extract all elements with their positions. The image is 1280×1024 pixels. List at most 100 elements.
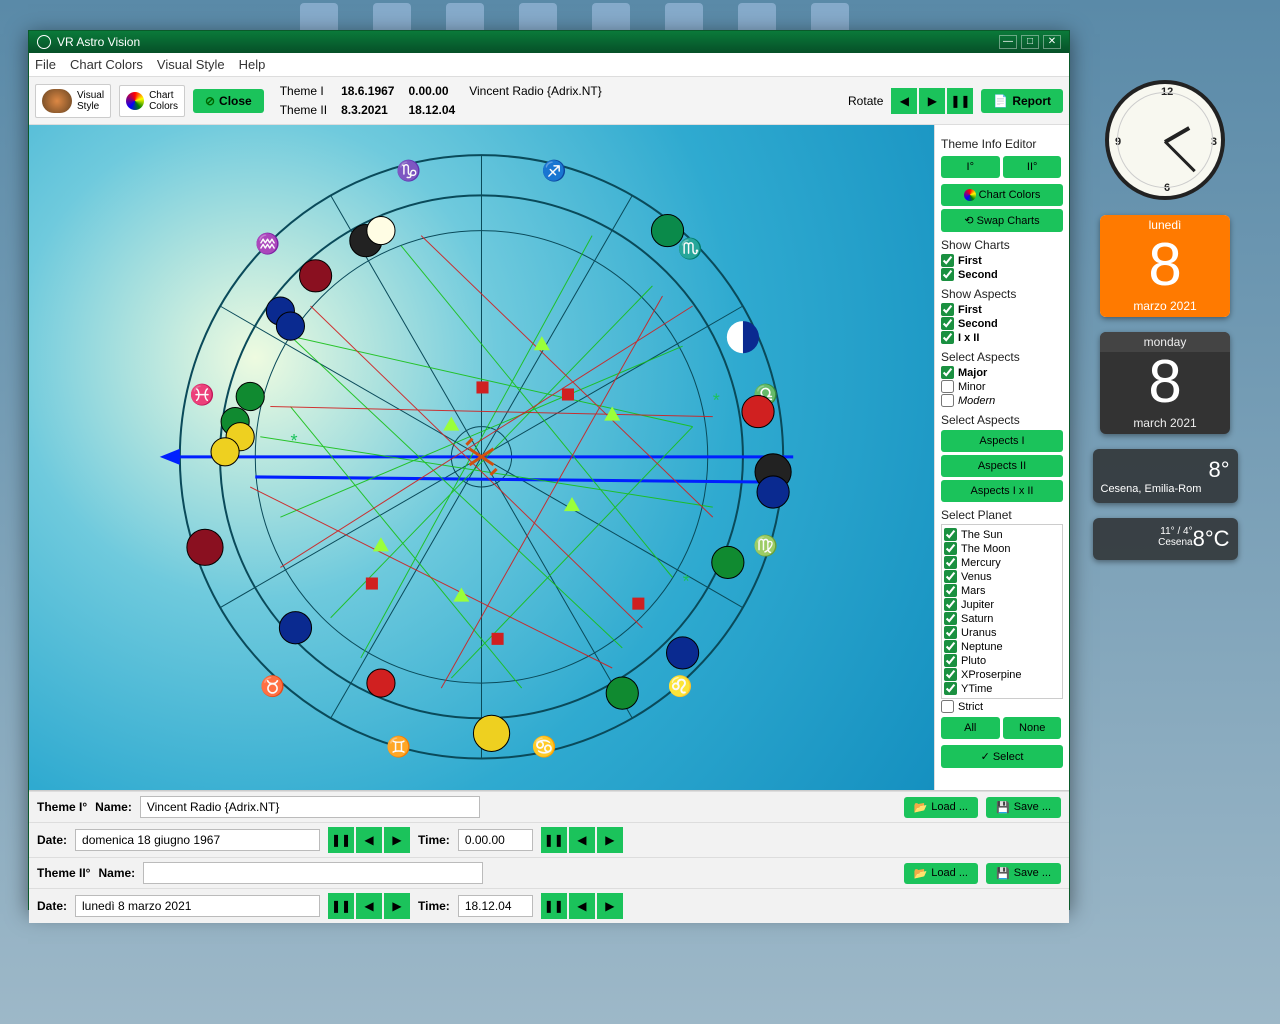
menu-visual-style[interactable]: Visual Style xyxy=(157,57,225,72)
select-aspects-heading: Select Aspects xyxy=(941,350,1063,364)
toolbar: VisualStyle ChartColors ⊘Close Theme I18… xyxy=(29,77,1069,125)
menubar: File Chart Colors Visual Style Help xyxy=(29,53,1069,77)
planet-item[interactable]: YTime xyxy=(944,682,1060,695)
chart-colors-button[interactable]: ChartColors xyxy=(119,85,185,117)
minor-checkbox[interactable]: Minor xyxy=(941,380,1063,393)
date-i-back[interactable]: ◀ xyxy=(356,827,382,853)
select-button[interactable]: ✓ Select xyxy=(941,745,1063,768)
time-i-back[interactable]: ◀ xyxy=(569,827,595,853)
aspects-ii-button[interactable]: Aspects II xyxy=(941,455,1063,477)
time-i-fwd[interactable]: ▶ xyxy=(597,827,623,853)
theme-ii-button[interactable]: II° xyxy=(1003,156,1062,178)
strict-checkbox[interactable]: Strict xyxy=(941,700,1063,713)
titlebar[interactable]: VR Astro Vision — □ ✕ xyxy=(29,31,1069,53)
calendar-widget-en: monday 8 march 2021 xyxy=(1100,332,1230,434)
time-ii-fwd[interactable]: ▶ xyxy=(597,893,623,919)
chart-canvas[interactable]: *** ♑ ♐ ♏ ♎ ♍ ♌ ♋ ♊ ♉ ♈ ♓ ♒ xyxy=(29,125,934,790)
planet-item[interactable]: Saturn xyxy=(944,612,1060,625)
swap-charts-button[interactable]: ⟲ Swap Charts xyxy=(941,209,1063,232)
menu-help[interactable]: Help xyxy=(239,57,266,72)
rotate-fwd-button[interactable]: ▶ xyxy=(919,88,945,114)
rotate-back-button[interactable]: ◀ xyxy=(891,88,917,114)
show-second-checkbox[interactable]: Second xyxy=(941,268,1063,281)
weather-widget-2: 8°C 11° / 4° Cesena xyxy=(1093,518,1238,560)
color-wheel-icon xyxy=(126,92,144,110)
theme-ii-date-input[interactable] xyxy=(75,895,320,917)
svg-text:*: * xyxy=(290,431,297,451)
all-button[interactable]: All xyxy=(941,717,1000,739)
theme-ii-load-button[interactable]: 📂 Load ... xyxy=(904,863,978,884)
close-button[interactable]: ⊘Close xyxy=(193,89,264,113)
theme-i-time-input[interactable] xyxy=(458,829,533,851)
select-planet-heading: Select Planet xyxy=(941,508,1063,522)
clock-widget: 12 3 6 9 xyxy=(1105,80,1225,200)
report-button[interactable]: 📄 Report xyxy=(981,89,1063,113)
date-ii-back[interactable]: ◀ xyxy=(356,893,382,919)
svg-text:♑: ♑ xyxy=(396,158,421,182)
svg-text:♍: ♍ xyxy=(753,533,778,557)
rotate-controls: ◀ ▶ ❚❚ xyxy=(891,88,973,114)
maximize-button[interactable]: □ xyxy=(1021,35,1039,49)
theme-info: Theme I18.6.19670.00.00Vincent Radio {Ad… xyxy=(272,81,610,121)
date-ii-pause[interactable]: ❚❚ xyxy=(328,893,354,919)
theme-ii-time-input[interactable] xyxy=(458,895,533,917)
svg-text:♏: ♏ xyxy=(678,237,703,261)
svg-text:♐: ♐ xyxy=(542,158,567,182)
planet-item[interactable]: Jupiter xyxy=(944,598,1060,611)
select-aspects2-heading: Select Aspects xyxy=(941,413,1063,427)
date-i-pause[interactable]: ❚❚ xyxy=(328,827,354,853)
planet-item[interactable]: The Sun xyxy=(944,528,1060,541)
calendar-widget-it: lunedì 8 marzo 2021 xyxy=(1100,215,1230,317)
rotate-label: Rotate xyxy=(848,94,883,108)
menu-chart-colors[interactable]: Chart Colors xyxy=(70,57,143,72)
show-aspects-heading: Show Aspects xyxy=(941,287,1063,301)
aspects-i-button[interactable]: Aspects I xyxy=(941,430,1063,452)
time-ii-pause[interactable]: ❚❚ xyxy=(541,893,567,919)
theme-i-load-button[interactable]: 📂 Load ... xyxy=(904,797,978,818)
planet-item[interactable]: Venus xyxy=(944,570,1060,583)
rotate-pause-button[interactable]: ❚❚ xyxy=(947,88,973,114)
theme-i-save-button[interactable]: 💾 Save ... xyxy=(986,797,1061,818)
chart-colors-side-button[interactable]: Chart Colors xyxy=(941,184,1063,206)
main-window: VR Astro Vision — □ ✕ File Chart Colors … xyxy=(28,30,1070,910)
planet-item[interactable]: Mars xyxy=(944,584,1060,597)
side-panel: Theme Info Editor I° II° Chart Colors ⟲ … xyxy=(934,125,1069,790)
theme-i-name-input[interactable] xyxy=(140,796,480,818)
visual-style-button[interactable]: VisualStyle xyxy=(35,84,111,118)
planet-item[interactable]: XProserpine xyxy=(944,668,1060,681)
planet-item[interactable]: Neptune xyxy=(944,640,1060,653)
menu-file[interactable]: File xyxy=(35,57,56,72)
major-checkbox[interactable]: Major xyxy=(941,366,1063,379)
svg-text:♊: ♊ xyxy=(386,734,411,758)
svg-text:♉: ♉ xyxy=(260,674,285,698)
time-i-pause[interactable]: ❚❚ xyxy=(541,827,567,853)
theme-ii-name-input[interactable] xyxy=(143,862,483,884)
time-ii-back[interactable]: ◀ xyxy=(569,893,595,919)
theme-i-label: Theme I° xyxy=(37,800,87,814)
theme-ii-label: Theme II° xyxy=(37,866,90,880)
minimize-button[interactable]: — xyxy=(999,35,1017,49)
aspect-ixii-checkbox[interactable]: I x II xyxy=(941,331,1063,344)
aspects-ixii-button[interactable]: Aspects I x II xyxy=(941,480,1063,502)
date-ii-fwd[interactable]: ▶ xyxy=(384,893,410,919)
planet-item[interactable]: Mercury xyxy=(944,556,1060,569)
date-i-fwd[interactable]: ▶ xyxy=(384,827,410,853)
planet-item[interactable]: The Moon xyxy=(944,542,1060,555)
show-first-checkbox[interactable]: First xyxy=(941,254,1063,267)
aspect-second-checkbox[interactable]: Second xyxy=(941,317,1063,330)
planet-item[interactable]: Uranus xyxy=(944,626,1060,639)
theme-ii-save-button[interactable]: 💾 Save ... xyxy=(986,863,1061,884)
svg-text:♌: ♌ xyxy=(668,674,693,698)
planet-item[interactable]: Pluto xyxy=(944,654,1060,667)
app-icon xyxy=(37,35,51,49)
none-button[interactable]: None xyxy=(1003,717,1062,739)
window-title: VR Astro Vision xyxy=(57,35,140,49)
theme-i-date-input[interactable] xyxy=(75,829,320,851)
modern-checkbox[interactable]: Modern xyxy=(941,394,1063,407)
aspect-first-checkbox[interactable]: First xyxy=(941,303,1063,316)
close-button[interactable]: ✕ xyxy=(1043,35,1061,49)
svg-text:*: * xyxy=(683,572,690,592)
theme-i-button[interactable]: I° xyxy=(941,156,1000,178)
show-charts-heading: Show Charts xyxy=(941,238,1063,252)
weather-widget-1: 8° Cesena, Emilia-Rom xyxy=(1093,449,1238,503)
